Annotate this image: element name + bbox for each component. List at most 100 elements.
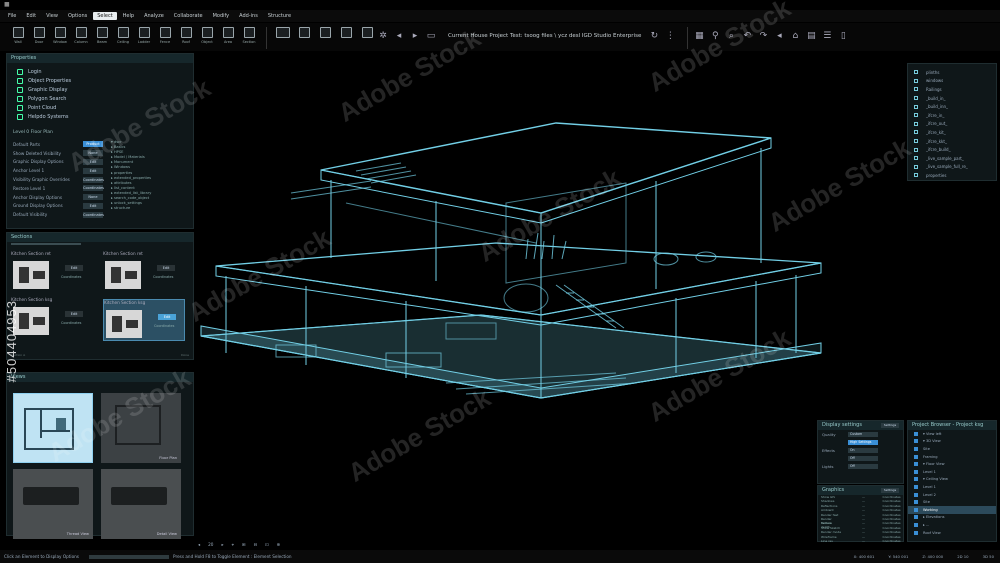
graphics-cell[interactable]: Coordinates bbox=[883, 539, 904, 543]
layer-item[interactable]: properties bbox=[914, 171, 990, 180]
more-icon[interactable]: ⋮ bbox=[665, 31, 675, 41]
layer-item[interactable]: _ifcre_out_ bbox=[914, 120, 990, 129]
layers-toggle-button[interactable] bbox=[273, 27, 293, 49]
browser-item[interactable]: Level 2 bbox=[908, 491, 996, 499]
browser-item[interactable]: Site bbox=[908, 445, 996, 453]
display-setting-select[interactable]: Custom bbox=[848, 431, 878, 437]
menu-item[interactable]: Analyze bbox=[140, 12, 168, 20]
layer-item[interactable]: _ifcre_kkt_ bbox=[914, 137, 990, 146]
menu-item[interactable]: Collaborate bbox=[170, 12, 207, 20]
toolbar-button[interactable]: Wall bbox=[8, 27, 28, 49]
export-button[interactable] bbox=[315, 27, 335, 49]
browser-item[interactable]: Site bbox=[908, 498, 996, 506]
section-thumbnail[interactable]: Kitchen Section ksg Edit Coordinates bbox=[103, 299, 185, 341]
layer-item[interactable]: _ifcre_kit_ bbox=[914, 128, 990, 137]
layer-item[interactable]: _live_sample_full_re_ bbox=[914, 163, 990, 172]
display-setting-select[interactable]: On bbox=[848, 447, 878, 453]
arrow-left-icon[interactable]: ◂ bbox=[774, 31, 784, 41]
toolbar-button[interactable]: Object bbox=[197, 27, 217, 49]
layer-item[interactable]: _build_in_ bbox=[914, 94, 990, 103]
toolbar-button[interactable]: Column bbox=[71, 27, 91, 49]
floor-plan-row-value[interactable]: Edit bbox=[83, 202, 103, 209]
layer-item[interactable]: _ifcre_build_ bbox=[914, 145, 990, 154]
home-icon[interactable]: ⌂ bbox=[790, 31, 800, 41]
toolbar-button[interactable]: Fence bbox=[155, 27, 175, 49]
layer-item[interactable]: _ifcre_in_ bbox=[914, 111, 990, 120]
sync-icon[interactable]: ↻ bbox=[649, 31, 659, 41]
toolbar-button[interactable]: Window bbox=[50, 27, 70, 49]
import-button[interactable] bbox=[357, 27, 377, 49]
browser-item[interactable]: ▾ Floor View bbox=[908, 460, 996, 468]
menu-item[interactable]: Select bbox=[93, 12, 117, 20]
display-setting-select[interactable]: Off bbox=[848, 455, 878, 461]
toolbar-button[interactable]: Door bbox=[29, 27, 49, 49]
browser-item[interactable]: Level 1 bbox=[908, 483, 996, 491]
shelf-icon[interactable]: ▤ bbox=[806, 31, 816, 41]
viewport-footer-control[interactable]: ⌖ bbox=[232, 542, 234, 547]
back-icon[interactable]: ◂ bbox=[394, 31, 404, 41]
viewport-footer-control[interactable]: ⊟ bbox=[253, 542, 257, 547]
menu-item[interactable]: File bbox=[4, 12, 20, 20]
property-item[interactable]: Graphic Display bbox=[17, 85, 183, 94]
browser-item[interactable]: ▾ View left bbox=[908, 430, 996, 438]
menu-item[interactable]: View bbox=[42, 12, 62, 20]
display-setting-select[interactable]: Off bbox=[848, 463, 878, 469]
property-item[interactable]: Login bbox=[17, 67, 183, 76]
viewport-footer-control[interactable]: ⊞ bbox=[242, 542, 246, 547]
floor-plan-row-value[interactable]: Coordinates bbox=[83, 176, 104, 183]
menu-item[interactable]: Help bbox=[119, 12, 138, 20]
toolbar-button[interactable]: Ladder bbox=[134, 27, 154, 49]
viewport-footer-control[interactable]: ⊕ bbox=[276, 542, 280, 547]
menu-item[interactable]: Structure bbox=[264, 12, 295, 20]
section-thumbnail[interactable]: Kitchen Section ret Edit Coordinates bbox=[103, 251, 185, 293]
menu-item[interactable]: Options bbox=[64, 12, 91, 20]
layer-item[interactable]: _live_sample_part_ bbox=[914, 154, 990, 163]
section-thumbnail[interactable]: Kitchen Section ret Edit Coordinates bbox=[11, 251, 93, 293]
floor-plan-row-value[interactable]: None bbox=[83, 194, 103, 201]
section-edit-button[interactable]: Edit bbox=[65, 311, 83, 317]
viewport-footer-control[interactable]: ◂ bbox=[198, 542, 200, 547]
section-edit-button[interactable]: Edit bbox=[65, 265, 83, 271]
forward-icon[interactable]: ▸ bbox=[410, 31, 420, 41]
section-thumbnail[interactable]: Kitchen Section ksg Edit Coordinates bbox=[11, 297, 93, 339]
tree-node[interactable]: ▸ structure bbox=[111, 206, 191, 211]
layer-item[interactable]: Railings bbox=[914, 85, 990, 94]
browser-item[interactable]: Framing bbox=[908, 453, 996, 461]
viewport-footer-control[interactable]: ▸ bbox=[221, 542, 223, 547]
trash-icon[interactable]: ▯ bbox=[838, 31, 848, 41]
floor-plan-row-value[interactable]: Coordinates bbox=[83, 185, 104, 192]
layer-item[interactable]: windows bbox=[914, 77, 990, 86]
sections-scrollbar[interactable] bbox=[11, 243, 81, 245]
window-icon[interactable]: ▭ bbox=[426, 31, 436, 41]
layer-item[interactable]: _build_inn_ bbox=[914, 102, 990, 111]
toolbar-button[interactable]: Roof bbox=[176, 27, 196, 49]
copy-button[interactable] bbox=[294, 27, 314, 49]
stack-icon[interactable]: ☰ bbox=[822, 31, 832, 41]
browser-item[interactable]: ▸ ... bbox=[908, 521, 996, 529]
menu-item[interactable]: Add-ins bbox=[235, 12, 262, 20]
settings-icon[interactable]: ✲ bbox=[378, 31, 388, 41]
browser-item[interactable]: Level 1 bbox=[908, 468, 996, 476]
section-edit-button[interactable]: Edit bbox=[157, 265, 175, 271]
browser-item[interactable]: ▾ 3D View bbox=[908, 438, 996, 446]
view-thumb-detail[interactable]: Detail View bbox=[101, 469, 181, 539]
floor-plan-row-value[interactable]: Coordinates bbox=[83, 211, 104, 218]
toolbar-button[interactable]: Area bbox=[218, 27, 238, 49]
viewport-footer-control[interactable]: ⊡ bbox=[265, 542, 269, 547]
toolbar-button[interactable]: Beam bbox=[92, 27, 112, 49]
display-settings-button[interactable]: Settings bbox=[881, 423, 899, 428]
browser-item[interactable]: ▸ Elevations bbox=[908, 514, 996, 522]
browser-item[interactable]: Working bbox=[908, 505, 996, 514]
3d-wireframe-viewport[interactable] bbox=[196, 53, 908, 539]
menu-item[interactable]: Modify bbox=[209, 12, 234, 20]
display-setting-select[interactable]: High Settings bbox=[848, 439, 878, 445]
viewport-footer-control[interactable]: 20 bbox=[208, 542, 213, 547]
toolbar-button[interactable]: Ceiling bbox=[113, 27, 133, 49]
graphics-settings-button[interactable]: Settings bbox=[881, 488, 899, 493]
layer-item[interactable]: plinths bbox=[914, 68, 990, 77]
browser-item[interactable]: ▾ Ceiling View bbox=[908, 476, 996, 484]
menu-item[interactable]: Edit bbox=[22, 12, 40, 20]
section-edit-button[interactable]: Edit bbox=[158, 314, 176, 320]
browser-item[interactable]: Roof View bbox=[908, 529, 996, 537]
property-item[interactable]: Object Properties bbox=[17, 76, 183, 85]
